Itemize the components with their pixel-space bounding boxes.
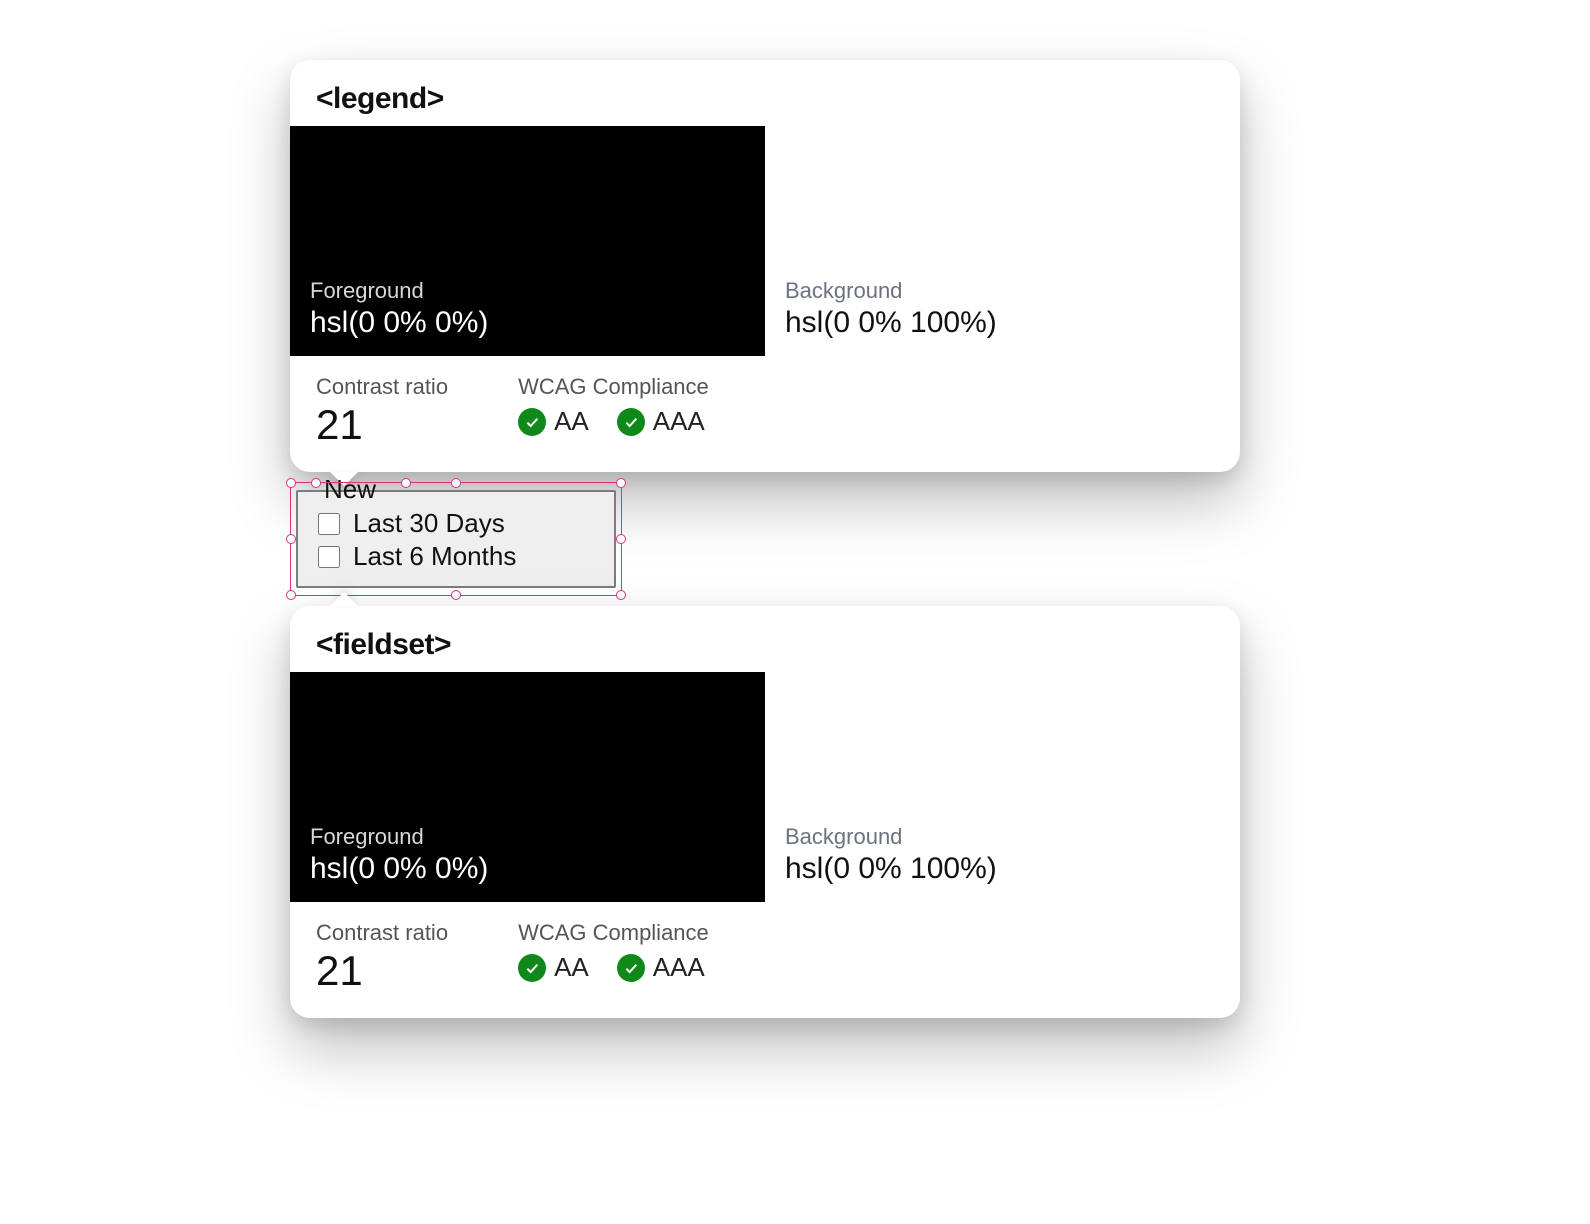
selection-handle-icon[interactable] bbox=[401, 478, 411, 488]
background-value: hsl(0 0% 100%) bbox=[785, 852, 1220, 886]
card-title: <fieldset> bbox=[290, 606, 1240, 672]
selection-handle-icon[interactable] bbox=[451, 478, 461, 488]
selection-handle-icon[interactable] bbox=[616, 478, 626, 488]
selection-handle-icon[interactable] bbox=[451, 590, 461, 600]
checkbox-label: Last 6 Months bbox=[353, 541, 516, 572]
contrast-card-fieldset: <fieldset> Foreground hsl(0 0% 0%) Backg… bbox=[290, 606, 1240, 1018]
meta-row: Contrast ratio 21 WCAG Compliance AA bbox=[290, 356, 1240, 472]
wcag-aa-label: AA bbox=[554, 406, 589, 437]
wcag-aa-badge: AA bbox=[518, 406, 589, 437]
foreground-swatch: Foreground hsl(0 0% 0%) bbox=[290, 672, 765, 902]
wcag-aaa-badge: AAA bbox=[617, 406, 705, 437]
contrast-block: Contrast ratio 21 bbox=[316, 920, 448, 992]
inspected-fieldset[interactable]: New Last 30 Days Last 6 Months bbox=[296, 490, 616, 588]
check-icon bbox=[617, 408, 645, 436]
selection-handle-icon[interactable] bbox=[286, 534, 296, 544]
check-icon bbox=[617, 954, 645, 982]
background-label: Background bbox=[785, 278, 1220, 304]
contrast-value: 21 bbox=[316, 404, 448, 446]
wcag-aaa-badge: AAA bbox=[617, 952, 705, 983]
fieldset-box: New Last 30 Days Last 6 Months bbox=[296, 490, 616, 588]
selection-handle-icon[interactable] bbox=[616, 590, 626, 600]
background-swatch: Background hsl(0 0% 100%) bbox=[765, 672, 1240, 902]
selection-handle-icon[interactable] bbox=[286, 590, 296, 600]
contrast-label: Contrast ratio bbox=[316, 920, 448, 946]
background-value: hsl(0 0% 100%) bbox=[785, 306, 1220, 340]
fieldset-legend: New bbox=[320, 474, 380, 505]
contrast-label: Contrast ratio bbox=[316, 374, 448, 400]
foreground-swatch: Foreground hsl(0 0% 0%) bbox=[290, 126, 765, 356]
swatch-row: Foreground hsl(0 0% 0%) Background hsl(0… bbox=[290, 672, 1240, 902]
wcag-badges: AA AAA bbox=[518, 952, 709, 983]
swatch-row: Foreground hsl(0 0% 0%) Background hsl(0… bbox=[290, 126, 1240, 356]
wcag-label: WCAG Compliance bbox=[518, 920, 709, 946]
checkbox-row-last-30-days[interactable]: Last 30 Days bbox=[314, 508, 598, 539]
foreground-label: Foreground bbox=[310, 278, 745, 304]
checkbox-label: Last 30 Days bbox=[353, 508, 505, 539]
checkbox-last-6-months[interactable] bbox=[318, 546, 340, 568]
wcag-aaa-label: AAA bbox=[653, 952, 705, 983]
wcag-badges: AA AAA bbox=[518, 406, 709, 437]
background-label: Background bbox=[785, 824, 1220, 850]
wcag-block: WCAG Compliance AA AAA bbox=[518, 374, 709, 437]
card-title: <legend> bbox=[290, 60, 1240, 126]
foreground-value: hsl(0 0% 0%) bbox=[310, 852, 745, 886]
foreground-label: Foreground bbox=[310, 824, 745, 850]
wcag-aa-badge: AA bbox=[518, 952, 589, 983]
contrast-value: 21 bbox=[316, 950, 448, 992]
callout-arrow-up-icon bbox=[330, 592, 358, 606]
check-icon bbox=[518, 954, 546, 982]
contrast-block: Contrast ratio 21 bbox=[316, 374, 448, 446]
selection-handle-icon[interactable] bbox=[616, 534, 626, 544]
contrast-card-legend: <legend> Foreground hsl(0 0% 0%) Backgro… bbox=[290, 60, 1240, 472]
background-swatch: Background hsl(0 0% 100%) bbox=[765, 126, 1240, 356]
wcag-aa-label: AA bbox=[554, 952, 589, 983]
check-icon bbox=[518, 408, 546, 436]
checkbox-row-last-6-months[interactable]: Last 6 Months bbox=[314, 541, 598, 572]
wcag-label: WCAG Compliance bbox=[518, 374, 709, 400]
checkbox-last-30-days[interactable] bbox=[318, 513, 340, 535]
wcag-aaa-label: AAA bbox=[653, 406, 705, 437]
wcag-block: WCAG Compliance AA AAA bbox=[518, 920, 709, 983]
foreground-value: hsl(0 0% 0%) bbox=[310, 306, 745, 340]
selection-handle-icon[interactable] bbox=[286, 478, 296, 488]
meta-row: Contrast ratio 21 WCAG Compliance AA bbox=[290, 902, 1240, 1018]
